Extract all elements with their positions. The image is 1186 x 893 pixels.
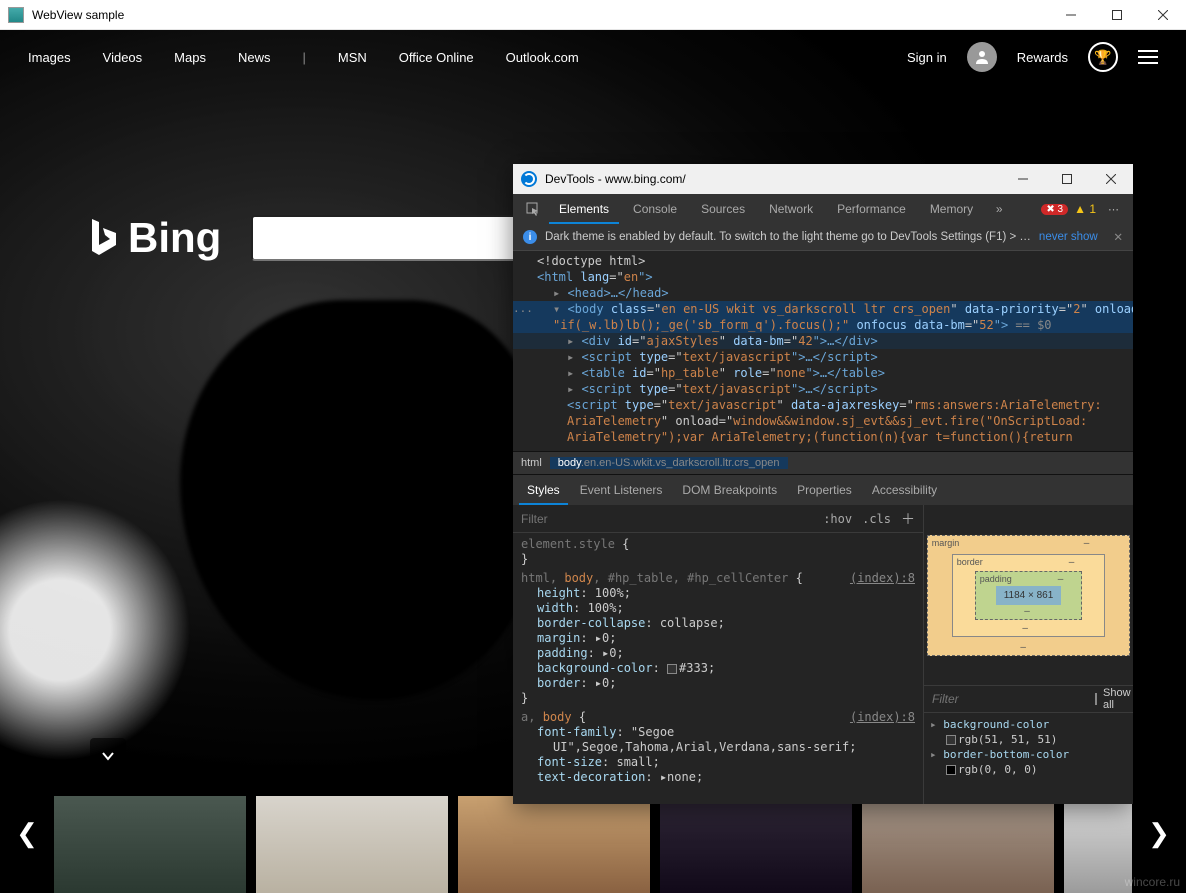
source-link[interactable]: (index):8 xyxy=(850,710,915,725)
titlebar: WebView sample xyxy=(0,0,1186,30)
styles-rules[interactable]: element.style { } html, body, #hp_table,… xyxy=(513,533,923,804)
devtools-banner: i Dark theme is enabled by default. To s… xyxy=(513,224,1133,251)
minimize-button[interactable] xyxy=(1048,0,1094,30)
avatar-icon[interactable] xyxy=(967,42,997,72)
devtools-window: DevTools - www.bing.com/ Elements Consol… xyxy=(513,164,1133,804)
computed-panel: margin – border – padding – 1184 × 861 – xyxy=(923,505,1133,804)
tab-styles[interactable]: Styles xyxy=(519,475,568,505)
menu-icon[interactable] xyxy=(1138,50,1158,64)
new-rule-button[interactable]: ＋ xyxy=(901,509,915,529)
window-title: WebView sample xyxy=(32,8,124,22)
show-all-label: Show all xyxy=(1103,687,1131,711)
nav-separator: | xyxy=(302,50,305,65)
nav-images[interactable]: Images xyxy=(28,50,71,65)
warning-count[interactable]: ▲ 1 xyxy=(1074,202,1096,216)
cls-toggle[interactable]: .cls xyxy=(862,512,891,526)
nav-outlook[interactable]: Outlook.com xyxy=(506,50,579,65)
tab-network[interactable]: Network xyxy=(759,194,823,224)
news-card[interactable] xyxy=(54,796,246,893)
news-card[interactable] xyxy=(1064,796,1132,893)
styles-tabs: Styles Event Listeners DOM Breakpoints P… xyxy=(513,475,1133,505)
nav-office[interactable]: Office Online xyxy=(399,50,474,65)
devtools-minimize[interactable] xyxy=(1001,164,1045,194)
source-link[interactable]: (index):8 xyxy=(850,571,915,586)
nav-msn[interactable]: MSN xyxy=(338,50,367,65)
tab-performance[interactable]: Performance xyxy=(827,194,916,224)
rewards-link[interactable]: Rewards xyxy=(1017,50,1068,65)
devtools-more-icon[interactable]: ⋯ xyxy=(1102,203,1125,216)
dom-breadcrumb: html body.en.en-US.wkit.vs_darkscroll.lt… xyxy=(513,451,1133,475)
expand-button[interactable] xyxy=(90,738,126,774)
maximize-button[interactable] xyxy=(1094,0,1140,30)
tab-sources[interactable]: Sources xyxy=(691,194,755,224)
watermark: wincore.ru xyxy=(1125,875,1180,889)
error-count[interactable]: ✖ 3 xyxy=(1041,204,1068,215)
hov-toggle[interactable]: :hov xyxy=(823,512,852,526)
bing-logo-text: Bing xyxy=(128,214,221,262)
banner-link[interactable]: never show xyxy=(1039,231,1098,243)
tab-dom-breakpoints[interactable]: DOM Breakpoints xyxy=(674,475,785,505)
news-card[interactable] xyxy=(256,796,448,893)
tab-accessibility[interactable]: Accessibility xyxy=(864,475,945,505)
breadcrumb-body[interactable]: body.en.en-US.wkit.vs_darkscroll.ltr.crs… xyxy=(550,457,788,469)
info-icon: i xyxy=(523,230,537,244)
banner-close-icon[interactable]: ✕ xyxy=(1113,230,1123,244)
box-model[interactable]: margin – border – padding – 1184 × 861 – xyxy=(924,505,1133,685)
bing-logo: Bing xyxy=(88,214,221,262)
tab-properties[interactable]: Properties xyxy=(789,475,860,505)
breadcrumb-html[interactable]: html xyxy=(513,457,550,469)
news-card[interactable] xyxy=(660,796,852,893)
trophy-icon[interactable]: 🏆 xyxy=(1088,42,1118,72)
tab-memory[interactable]: Memory xyxy=(920,194,983,224)
bing-logo-icon xyxy=(88,217,118,259)
devtools-maximize[interactable] xyxy=(1045,164,1089,194)
devtools-close[interactable] xyxy=(1089,164,1133,194)
computed-filter-input[interactable] xyxy=(932,692,1089,706)
nav-videos[interactable]: Videos xyxy=(103,50,143,65)
page: Images Videos Maps News | MSN Office Onl… xyxy=(0,30,1186,893)
devtools-titlebar: DevTools - www.bing.com/ xyxy=(513,164,1133,194)
tab-elements[interactable]: Elements xyxy=(549,194,619,224)
top-nav: Images Videos Maps News | MSN Office Onl… xyxy=(0,30,1186,84)
styles-filter-input[interactable] xyxy=(521,512,813,526)
app-icon xyxy=(8,7,24,23)
computed-list[interactable]: ▸ background-color rgb(51, 51, 51) ▸ bor… xyxy=(924,713,1133,804)
tab-console[interactable]: Console xyxy=(623,194,687,224)
banner-text: Dark theme is enabled by default. To swi… xyxy=(545,231,1031,243)
show-all-checkbox[interactable] xyxy=(1095,693,1097,705)
devtools-tabs: Elements Console Sources Network Perform… xyxy=(513,194,1133,224)
nav-maps[interactable]: Maps xyxy=(174,50,206,65)
inspect-icon[interactable] xyxy=(521,202,545,216)
nav-news[interactable]: News xyxy=(238,50,271,65)
tab-event-listeners[interactable]: Event Listeners xyxy=(572,475,671,505)
edge-icon xyxy=(521,171,537,187)
devtools-title: DevTools - www.bing.com/ xyxy=(545,172,686,186)
tabs-overflow-icon[interactable]: » xyxy=(987,202,1011,216)
dom-tree[interactable]: ... <!doctype html> <html lang="en"> ▸ <… xyxy=(513,251,1133,451)
news-card[interactable] xyxy=(862,796,1054,893)
box-model-content: 1184 × 861 xyxy=(996,586,1062,605)
styles-panel: :hov .cls ＋ element.style { } html, body… xyxy=(513,505,923,804)
signin-link[interactable]: Sign in xyxy=(907,50,947,65)
news-card[interactable] xyxy=(458,796,650,893)
carousel-prev[interactable]: ❮ xyxy=(0,773,54,893)
close-button[interactable] xyxy=(1140,0,1186,30)
